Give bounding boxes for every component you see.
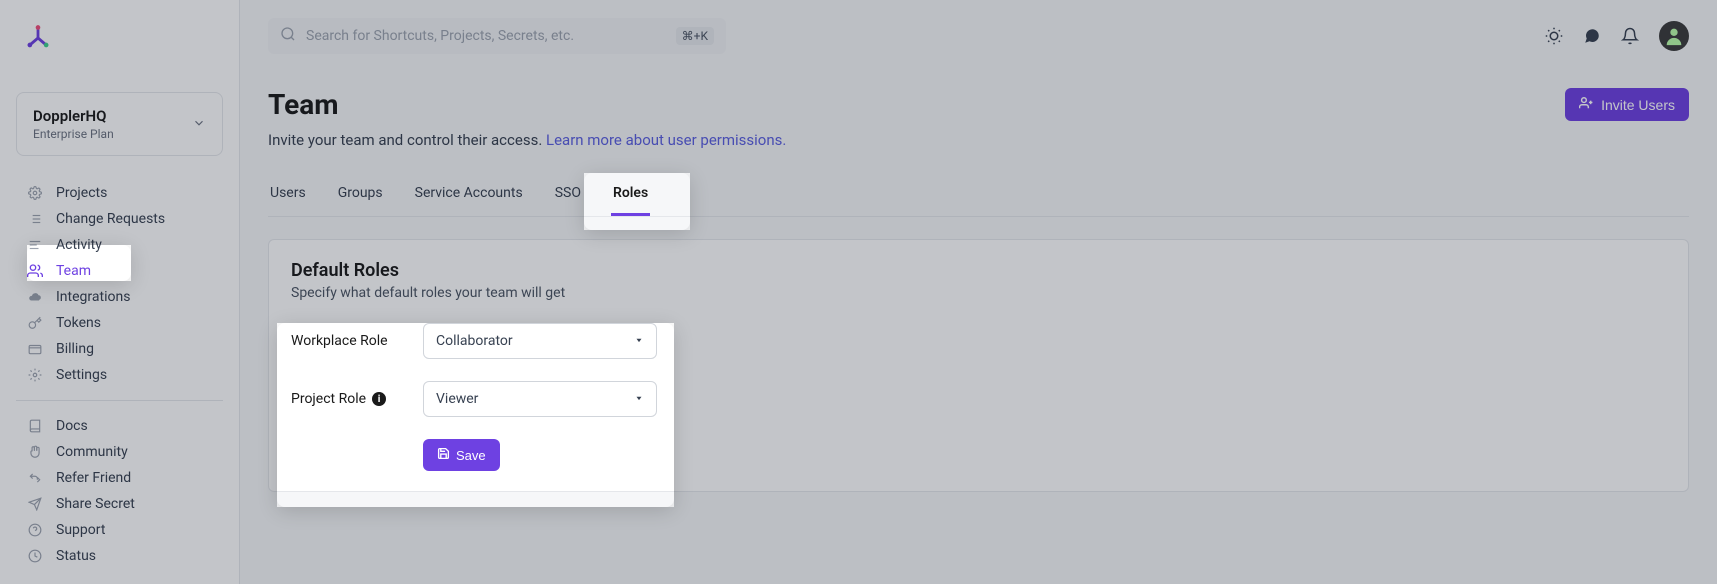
avatar[interactable] — [1659, 21, 1689, 51]
tabs: Users Groups Service Accounts SSO Roles — [268, 173, 1689, 217]
sidebar-item-support[interactable]: Support — [16, 517, 223, 543]
sidebar-item-team[interactable]: Team — [16, 258, 223, 284]
permissions-link[interactable]: Learn more about user permissions. — [546, 131, 786, 149]
project-role-label-text: Project Role — [291, 391, 366, 407]
sidebar-item-label: Share Secret — [56, 496, 135, 512]
chevron-down-icon — [192, 115, 206, 134]
sidebar-item-billing[interactable]: Billing — [16, 336, 223, 362]
workplace-role-select[interactable]: Collaborator — [423, 323, 657, 359]
handshake-icon — [26, 471, 44, 485]
search-input[interactable]: Search for Shortcuts, Projects, Secrets,… — [268, 18, 726, 54]
book-icon — [26, 419, 44, 433]
sidebar-item-change-requests[interactable]: Change Requests — [16, 206, 223, 232]
org-switcher[interactable]: DopplerHQ Enterprise Plan — [16, 92, 223, 156]
key-icon — [26, 316, 44, 330]
sidebar-item-label: Integrations — [56, 289, 130, 305]
sidebar-item-settings[interactable]: Settings — [16, 362, 223, 388]
tab-roles[interactable]: Roles — [611, 173, 650, 216]
project-role-value: Viewer — [436, 391, 478, 407]
sidebar-item-label: Activity — [56, 237, 102, 253]
sidebar-item-refer[interactable]: Refer Friend — [16, 465, 223, 491]
clock-icon — [26, 549, 44, 563]
info-icon[interactable]: i — [372, 392, 386, 406]
sidebar-item-integrations[interactable]: Integrations — [16, 284, 223, 310]
sidebar-item-community[interactable]: Community — [16, 439, 223, 465]
sidebar-item-activity[interactable]: Activity — [16, 232, 223, 258]
page-subtitle: Invite your team and control their acces… — [268, 131, 1689, 149]
help-icon — [26, 523, 44, 537]
sidebar-item-docs[interactable]: Docs — [16, 413, 223, 439]
tab-service-accounts[interactable]: Service Accounts — [413, 173, 525, 216]
save-button[interactable]: Save — [423, 439, 500, 471]
sidebar-item-label: Billing — [56, 341, 94, 357]
caret-down-icon — [634, 391, 644, 407]
bell-icon[interactable] — [1621, 27, 1639, 45]
nav-divider — [16, 400, 223, 401]
caret-down-icon — [634, 333, 644, 349]
sidebar-item-label: Status — [56, 548, 96, 564]
sidebar-item-label: Community — [56, 444, 128, 460]
tab-sso[interactable]: SSO — [553, 173, 583, 216]
sidebar-item-label: Docs — [56, 418, 88, 434]
project-role-label: Project Role i — [291, 391, 423, 407]
sidebar-item-label: Refer Friend — [56, 470, 131, 486]
panel-title: Default Roles — [291, 260, 1666, 281]
sidebar-item-label: Change Requests — [56, 211, 165, 227]
sidebar-item-label: Projects — [56, 185, 107, 201]
search-placeholder: Search for Shortcuts, Projects, Secrets,… — [306, 28, 666, 44]
save-label: Save — [456, 448, 486, 463]
menu-icon — [26, 238, 44, 252]
secondary-nav: Docs Community Refer Friend Share Secret… — [16, 413, 223, 569]
search-kbd: ⌘+K — [676, 27, 714, 45]
page-title: Team — [268, 88, 338, 121]
user-plus-icon — [1579, 96, 1593, 113]
workplace-role-value: Collaborator — [436, 333, 513, 349]
peace-icon — [26, 445, 44, 459]
sidebar-item-label: Support — [56, 522, 105, 538]
sidebar-item-share-secret[interactable]: Share Secret — [16, 491, 223, 517]
primary-nav: Projects Change Requests Activity Team I… — [16, 180, 223, 388]
save-icon — [437, 447, 450, 463]
users-icon — [26, 263, 44, 279]
sidebar-item-label: Settings — [56, 367, 107, 383]
gear-icon — [26, 368, 44, 382]
send-icon — [26, 497, 44, 511]
tab-users[interactable]: Users — [268, 173, 308, 216]
wallet-icon — [26, 342, 44, 356]
theme-toggle-icon[interactable] — [1545, 27, 1563, 45]
cloud-icon — [26, 290, 44, 304]
search-icon — [280, 26, 296, 46]
org-plan: Enterprise Plan — [33, 127, 114, 141]
invite-users-label: Invite Users — [1601, 97, 1675, 113]
logo[interactable] — [24, 24, 52, 52]
sidebar-item-projects[interactable]: Projects — [16, 180, 223, 206]
panel-subtitle: Specify what default roles your team wil… — [291, 285, 1666, 301]
sidebar-item-status[interactable]: Status — [16, 543, 223, 569]
project-role-select[interactable]: Viewer — [423, 381, 657, 417]
org-name: DopplerHQ — [33, 107, 114, 125]
subtitle-text: Invite your team and control their acces… — [268, 131, 546, 149]
sidebar-item-label: Team — [56, 263, 91, 279]
list-icon — [26, 212, 44, 226]
invite-users-button[interactable]: Invite Users — [1565, 88, 1689, 121]
sidebar-item-label: Tokens — [56, 315, 101, 331]
gear-icon — [26, 186, 44, 200]
chat-icon[interactable] — [1583, 27, 1601, 45]
workplace-role-label: Workplace Role — [291, 333, 423, 349]
tab-groups[interactable]: Groups — [336, 173, 385, 216]
default-roles-panel: Default Roles Specify what default roles… — [268, 239, 1689, 492]
sidebar-item-tokens[interactable]: Tokens — [16, 310, 223, 336]
